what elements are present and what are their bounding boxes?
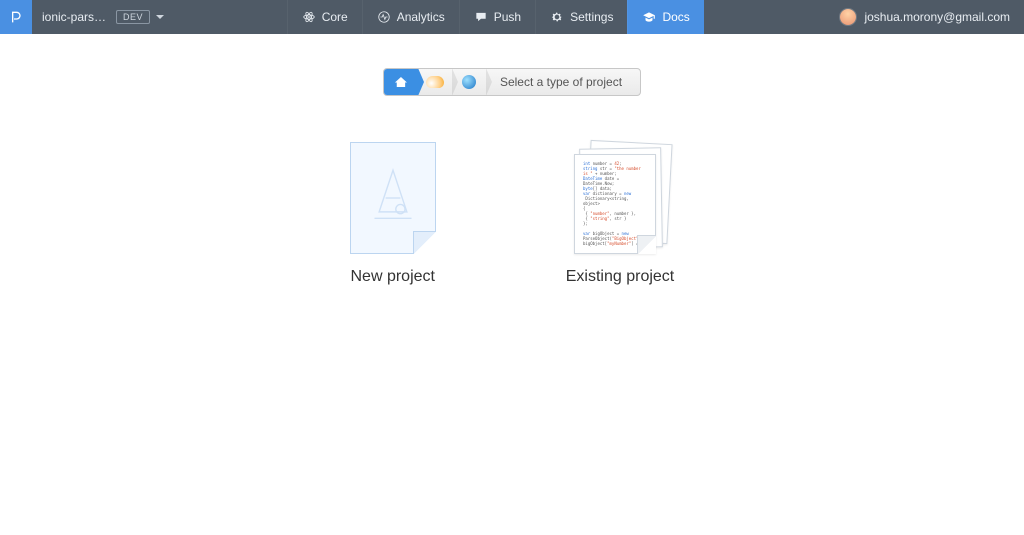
- nav-settings[interactable]: Settings: [535, 0, 627, 34]
- nav-label: Push: [494, 10, 521, 24]
- nav-label: Settings: [570, 10, 613, 24]
- card-label: Existing project: [566, 268, 675, 286]
- env-selector[interactable]: DEV: [116, 0, 164, 34]
- breadcrumb-label: Select a type of project: [486, 75, 640, 89]
- avatar: [840, 9, 856, 25]
- card-new-project[interactable]: New project: [350, 142, 436, 286]
- card-existing-project[interactable]: int number = 42; string str = "the numbe…: [566, 142, 675, 286]
- breadcrumb-home[interactable]: [384, 69, 418, 95]
- atom-icon: [302, 10, 316, 24]
- existing-project-icon: int number = 42; string str = "the numbe…: [570, 142, 670, 254]
- nav-core[interactable]: Core: [287, 0, 362, 34]
- nav-label: Core: [322, 10, 348, 24]
- graduation-cap-icon: [642, 10, 656, 24]
- app-name[interactable]: ionic-pars…: [32, 0, 116, 34]
- home-icon: [395, 77, 407, 87]
- parse-logo-icon: [8, 9, 24, 25]
- nav-analytics[interactable]: Analytics: [362, 0, 459, 34]
- nav-label: Docs: [662, 10, 689, 24]
- user-email: joshua.morony@gmail.com: [864, 10, 1010, 24]
- main-content: Select a type of project New project int…: [0, 34, 1024, 286]
- breadcrumb: Select a type of project: [383, 68, 641, 96]
- project-type-cards: New project int number = 42; string str …: [350, 142, 675, 286]
- nav-docs[interactable]: Docs: [627, 0, 703, 34]
- env-badge-label: DEV: [116, 10, 150, 24]
- chevron-down-icon: [156, 15, 164, 19]
- pulse-icon: [377, 10, 391, 24]
- gear-icon: [550, 10, 564, 24]
- main-nav: Core Analytics Push Settings Docs: [287, 0, 704, 34]
- logo[interactable]: [0, 0, 32, 34]
- nav-push[interactable]: Push: [459, 0, 535, 34]
- chat-icon: [474, 10, 488, 24]
- cloud-icon: [426, 76, 444, 88]
- card-label: New project: [351, 268, 435, 286]
- globe-icon: [462, 75, 476, 89]
- app-name-text: ionic-pars…: [42, 10, 106, 24]
- new-project-icon: [350, 142, 436, 254]
- top-bar: ionic-pars… DEV Core Analytics Push Sett…: [0, 0, 1024, 34]
- nav-label: Analytics: [397, 10, 445, 24]
- user-menu[interactable]: joshua.morony@gmail.com: [826, 0, 1024, 34]
